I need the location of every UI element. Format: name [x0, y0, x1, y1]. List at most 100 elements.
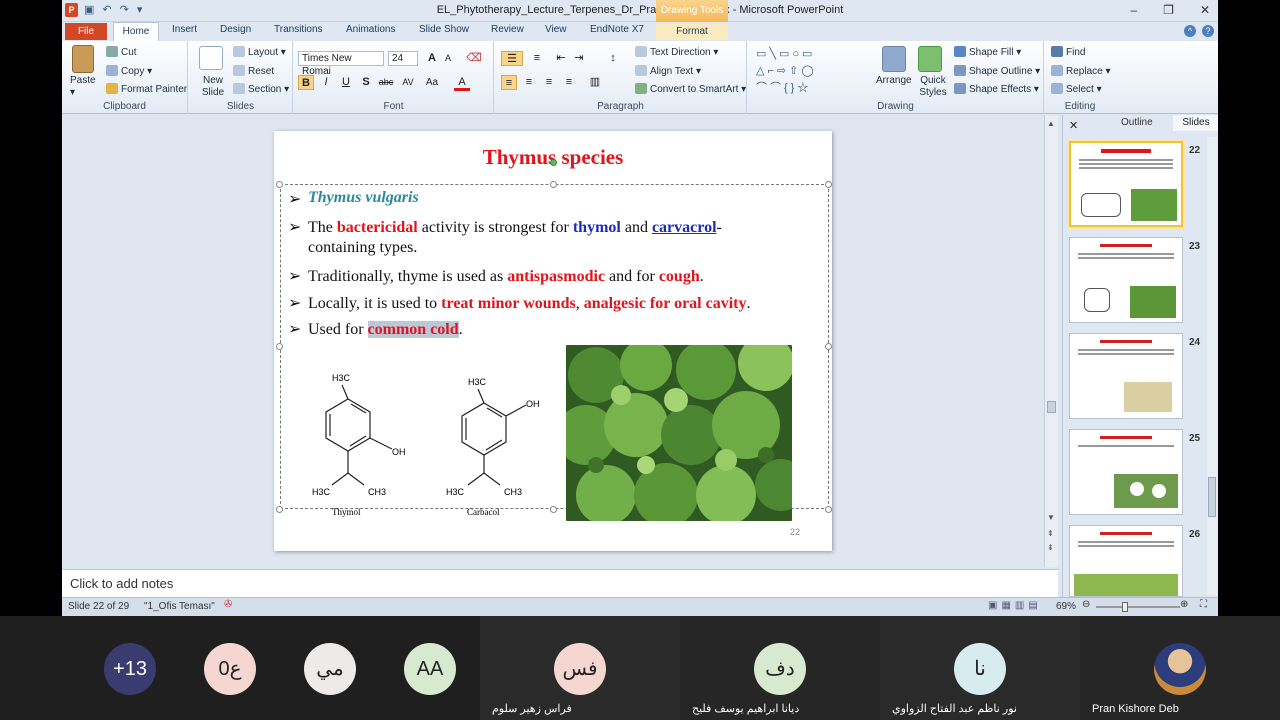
cut-button[interactable]: Cut — [106, 46, 137, 58]
justify-button[interactable]: ≡ — [561, 75, 577, 90]
italic-button[interactable]: I — [318, 75, 334, 90]
minimize-button[interactable]: – — [1130, 3, 1137, 17]
close-button[interactable]: ✕ — [1200, 3, 1210, 17]
section-button[interactable]: Section ▾ — [233, 83, 289, 95]
character-spacing-button[interactable]: AV — [400, 75, 416, 90]
align-center-button[interactable]: ≡ — [521, 75, 537, 90]
clear-formatting-icon[interactable]: ⌫ — [466, 51, 482, 66]
fit-to-window-icon[interactable]: ⛶ — [1200, 599, 1207, 610]
resize-handle[interactable] — [276, 343, 283, 350]
next-slide-icon[interactable]: ⇟ — [1047, 543, 1054, 552]
convert-smartart-button[interactable]: Convert to SmartArt ▾ — [635, 83, 746, 95]
panel-scrollbar[interactable] — [1207, 137, 1217, 595]
replace-button[interactable]: Replace ▾ — [1051, 65, 1111, 77]
tab-view[interactable]: View — [545, 24, 567, 35]
paste-button[interactable]: Paste — [70, 75, 96, 86]
decrease-indent-button[interactable]: ⇤ — [553, 51, 569, 66]
participant-tile[interactable]: نا نور ناظم عبد الفتاح الزواوي — [880, 616, 1080, 720]
help-icon[interactable]: ? — [1202, 25, 1214, 37]
text-direction-button[interactable]: Text Direction ▾ — [635, 46, 718, 58]
strikethrough-button[interactable]: abc — [378, 75, 394, 90]
tab-outline[interactable]: Outline — [1121, 117, 1153, 128]
panel-close-button[interactable]: ✕ — [1069, 119, 1078, 132]
previous-slide-icon[interactable]: ⇞ — [1047, 529, 1054, 538]
thyme-plant-photo[interactable] — [566, 345, 792, 521]
shape-effects-button[interactable]: Shape Effects ▾ — [954, 83, 1039, 95]
tab-design[interactable]: Design — [220, 24, 251, 35]
rotate-handle[interactable] — [550, 159, 557, 166]
font-family-select[interactable]: Times New Romai — [298, 51, 384, 77]
slide-thumbnail-23[interactable] — [1069, 237, 1183, 323]
resize-handle[interactable] — [550, 506, 557, 513]
copy-button[interactable]: Copy ▾ — [106, 65, 152, 77]
change-case-button[interactable]: Aa — [424, 75, 440, 90]
shrink-font-button[interactable]: A — [440, 51, 456, 66]
tab-slides[interactable]: Slides — [1173, 115, 1218, 131]
resize-handle[interactable] — [825, 506, 832, 513]
spellcheck-icon[interactable]: ✇ — [224, 599, 232, 610]
slide-canvas[interactable]: Thymus species ➢ Thymus vulgaris ➢ The ba… — [274, 131, 832, 551]
select-button[interactable]: Select ▾ — [1051, 83, 1102, 95]
arrange-icon[interactable] — [882, 46, 906, 72]
font-size-select[interactable]: 24 — [388, 51, 418, 66]
grow-font-button[interactable]: A — [424, 51, 440, 66]
zoom-out-icon[interactable]: ⊖ — [1082, 599, 1090, 610]
align-right-button[interactable]: ≡ — [541, 75, 557, 90]
columns-button[interactable]: ▥ — [587, 75, 603, 90]
line-spacing-button[interactable]: ↕ — [605, 51, 621, 66]
tab-slide-show[interactable]: Slide Show — [419, 24, 469, 35]
participant-tile[interactable]: AA — [380, 616, 480, 720]
shape-fill-button[interactable]: Shape Fill ▾ — [954, 46, 1021, 58]
participant-tile[interactable]: ع0 — [180, 616, 280, 720]
zoom-level[interactable]: 69% — [1056, 601, 1076, 612]
tab-format[interactable]: Format — [656, 24, 728, 40]
format-painter-button[interactable]: Format Painter — [106, 83, 187, 95]
new-slide-icon[interactable] — [199, 46, 223, 70]
resize-handle[interactable] — [276, 181, 283, 188]
numbering-button[interactable]: ≡ — [527, 51, 547, 66]
align-text-button[interactable]: Align Text ▾ — [635, 65, 701, 77]
bold-button[interactable]: B — [298, 75, 314, 90]
tab-review[interactable]: Review — [491, 24, 524, 35]
layout-button[interactable]: Layout ▾ — [233, 46, 286, 58]
ribbon-minimize-icon[interactable]: ^ — [1184, 25, 1196, 37]
reset-button[interactable]: Reset — [233, 65, 274, 77]
tab-home[interactable]: Home — [113, 22, 159, 41]
panel-scroll-thumb[interactable] — [1208, 477, 1216, 517]
participant-tile-overflow[interactable]: +13 — [80, 616, 180, 720]
quick-styles-icon[interactable] — [918, 46, 942, 72]
slide-thumbnail-25[interactable] — [1069, 429, 1183, 515]
resize-handle[interactable] — [825, 181, 832, 188]
quick-styles-button[interactable]: Quick Styles — [918, 75, 948, 99]
notes-pane[interactable]: Click to add notes — [62, 569, 1058, 597]
scroll-up-icon[interactable]: ▲ — [1047, 119, 1055, 128]
increase-indent-button[interactable]: ⇥ — [571, 51, 587, 66]
underline-button[interactable]: U — [338, 75, 354, 90]
shapes-gallery[interactable]: ▭╲▭○▭ △⌐⇨⇧◯ ⌒⌒{}☆ — [756, 46, 856, 96]
paste-dropdown-icon[interactable]: ▾ — [70, 87, 75, 98]
shadow-button[interactable]: S — [358, 75, 374, 90]
tab-transitions[interactable]: Transitions — [274, 24, 323, 35]
participant-tile[interactable]: مي — [280, 616, 380, 720]
participant-tile[interactable]: دف ديانا ابراهيم يوسف فليح — [680, 616, 880, 720]
slide-editing-area[interactable]: Thymus species ➢ Thymus vulgaris ➢ The ba… — [62, 115, 1058, 567]
align-left-button[interactable]: ≡ — [501, 75, 517, 90]
tab-animations[interactable]: Animations — [346, 24, 395, 35]
scroll-down-icon[interactable]: ▼ — [1047, 513, 1055, 522]
tab-insert[interactable]: Insert — [172, 24, 197, 35]
bullets-button[interactable]: ☰ — [501, 51, 523, 66]
arrange-button[interactable]: Arrange — [876, 75, 912, 86]
resize-handle[interactable] — [276, 506, 283, 513]
resize-handle[interactable] — [550, 181, 557, 188]
resize-handle[interactable] — [825, 343, 832, 350]
font-color-button[interactable]: A — [454, 75, 470, 91]
slide-thumbnail-26[interactable] — [1069, 525, 1183, 597]
participant-tile[interactable]: فس فراس زهير سلوم — [480, 616, 680, 720]
slide-thumbnail-24[interactable] — [1069, 333, 1183, 419]
tab-file[interactable]: File — [65, 23, 107, 40]
maximize-button[interactable]: ❐ — [1163, 3, 1174, 17]
zoom-in-icon[interactable]: ⊕ — [1180, 599, 1188, 610]
zoom-slider[interactable] — [1096, 602, 1180, 612]
find-button[interactable]: Find — [1051, 46, 1085, 58]
paste-icon[interactable] — [72, 45, 94, 73]
